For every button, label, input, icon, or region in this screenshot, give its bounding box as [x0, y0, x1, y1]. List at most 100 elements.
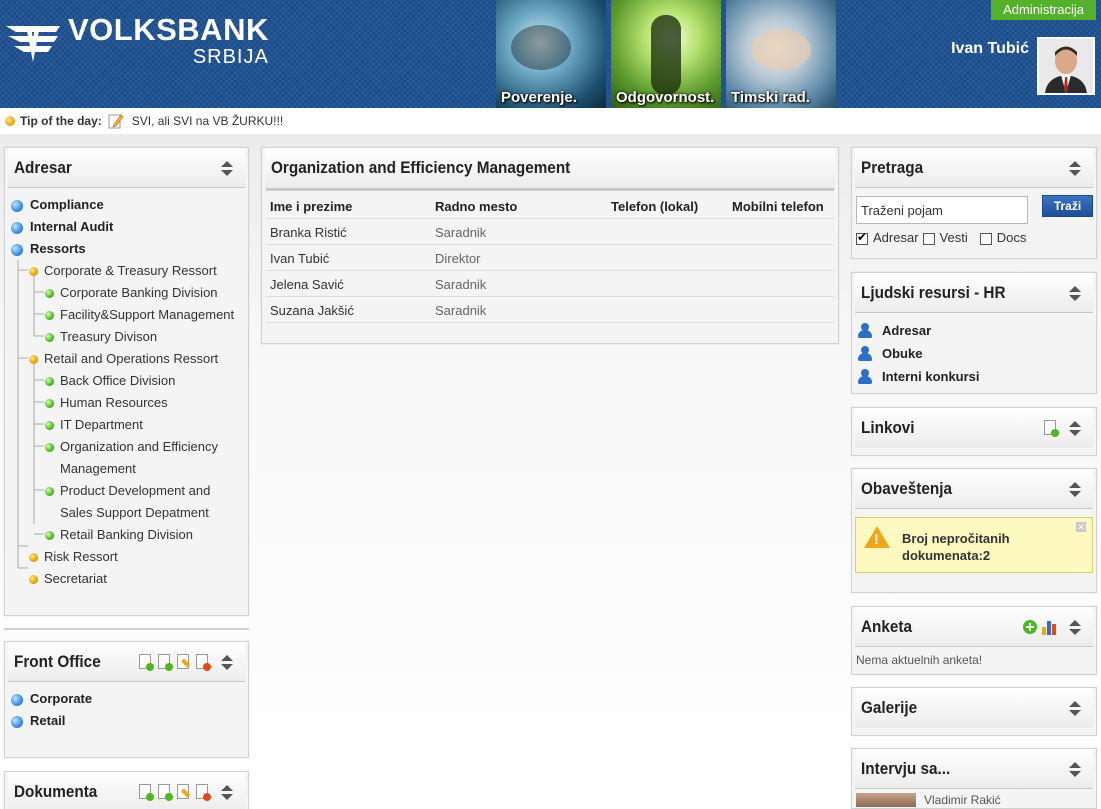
front-office-header: Front Office — [8, 642, 245, 682]
front-office-panel: Front Office Corporate Retail — [4, 641, 249, 758]
globe-icon — [11, 693, 23, 706]
bullet-icon — [5, 116, 15, 126]
green-bullet-icon — [45, 311, 54, 321]
tip-label: Tip of the day: — [20, 114, 102, 128]
tree-item-organization-efficiency[interactable]: Organization and Efficiency Management — [11, 436, 244, 480]
yellow-bullet-icon — [29, 355, 38, 365]
add-poll-icon[interactable] — [1022, 619, 1038, 635]
new-document-icon[interactable] — [138, 784, 154, 801]
table-row[interactable]: Ivan Tubić Direktor — [266, 244, 834, 271]
tree-item-corporate-treasury[interactable]: Corporate & Treasury Ressort — [11, 260, 244, 282]
add-link-icon[interactable] — [1043, 420, 1059, 437]
column-header-phone[interactable]: Telefon (lokal) — [607, 188, 728, 219]
yellow-bullet-icon — [29, 267, 38, 277]
collapse-arrows-icon[interactable] — [1069, 762, 1081, 778]
interview-photo[interactable] — [856, 793, 916, 807]
tree-item-product-development[interactable]: Product Development and Sales Support De… — [11, 480, 244, 524]
collapse-arrows-icon[interactable] — [1069, 620, 1081, 636]
column-header-mobile[interactable]: Mobilni telefon — [728, 188, 834, 219]
employee-table: Ime i prezime Radno mesto Telefon (lokal… — [266, 188, 834, 323]
collapse-arrows-icon[interactable] — [1069, 701, 1081, 717]
interview-person-name[interactable]: Vladimir Rakić — [924, 793, 1001, 807]
cell-mobile — [728, 218, 834, 245]
cell-name[interactable]: Branka Ristić — [266, 218, 431, 245]
tree-item-retail-banking[interactable]: Retail Banking Division — [11, 524, 244, 546]
cell-name[interactable]: Ivan Tubić — [266, 244, 431, 271]
tree-item-retail-operations[interactable]: Retail and Operations Ressort — [11, 348, 244, 370]
collapse-arrows-icon[interactable] — [1069, 421, 1081, 437]
panel-tools — [138, 654, 211, 671]
search-input[interactable] — [856, 196, 1028, 224]
tip-text[interactable]: SVI, ali SVI na VB ŽURKU!!! — [132, 114, 283, 128]
cell-name[interactable]: Jelena Savić — [266, 270, 431, 297]
notifications-panel: Obaveštenja ! Broj nepročitanih dokumena… — [851, 468, 1097, 593]
tree-item-treasury[interactable]: Treasury Divison — [11, 326, 244, 348]
collapse-arrows-icon[interactable] — [221, 785, 233, 801]
cell-position: Saradnik — [431, 218, 607, 245]
search-button[interactable]: Traži — [1042, 195, 1093, 217]
collapse-arrows-icon[interactable] — [221, 655, 233, 671]
person-icon — [858, 323, 872, 338]
tree-item-secretariat[interactable]: Secretariat — [11, 568, 244, 590]
scope-docs-checkbox[interactable]: Docs — [979, 230, 1026, 245]
hero-caption-3: Timski rad. — [731, 89, 810, 106]
yellow-bullet-icon — [29, 575, 38, 585]
close-icon[interactable]: ✕ — [1076, 522, 1086, 532]
cell-name[interactable]: Suzana Jakšić — [266, 296, 431, 323]
green-bullet-icon — [45, 399, 54, 409]
edit-document-icon[interactable] — [176, 654, 192, 671]
collapse-arrows-icon[interactable] — [221, 161, 233, 177]
links-panel: Linkovi — [851, 407, 1097, 456]
cell-mobile — [728, 244, 834, 271]
panel-title: Anketa — [861, 616, 913, 636]
tree-item-ressorts[interactable]: Ressorts — [11, 238, 244, 260]
adresar-tree: Compliance Internal Audit Ressorts Corpo… — [5, 188, 248, 590]
unread-documents-notice[interactable]: ! Broj nepročitanih dokumenata:2 ✕ — [855, 517, 1093, 573]
tree-item-compliance[interactable]: Compliance — [11, 194, 244, 216]
hero-caption-1: Poverenje. — [501, 89, 577, 106]
delete-document-icon[interactable] — [195, 654, 211, 671]
panel-title: Adresar — [14, 157, 72, 177]
delete-document-icon[interactable] — [195, 784, 211, 801]
avatar-photo-icon — [1039, 39, 1093, 93]
yellow-bullet-icon — [29, 553, 38, 563]
tree-item-corporate-banking[interactable]: Corporate Banking Division — [11, 282, 244, 304]
hr-item-obuke[interactable]: Obuke — [858, 342, 1090, 365]
tree-item-facility-support[interactable]: Facility&Support Management — [11, 304, 244, 326]
edit-document-icon[interactable] — [176, 784, 192, 801]
logo[interactable]: VOLKSBANK SRBIJA — [4, 14, 269, 67]
tree-item-internal-audit[interactable]: Internal Audit — [11, 216, 244, 238]
administration-button[interactable]: Administracija — [991, 0, 1096, 20]
hr-item-interni-konkursi[interactable]: Interni konkursi — [858, 365, 1090, 388]
globe-icon — [11, 221, 23, 234]
column-header-position[interactable]: Radno mesto — [431, 188, 607, 219]
new-document-icon[interactable] — [138, 654, 154, 671]
tree-item-risk-ressort[interactable]: Risk Ressort — [11, 546, 244, 568]
scope-adresar-checkbox[interactable]: Adresar — [856, 230, 919, 245]
tree-item-back-office[interactable]: Back Office Division — [11, 370, 244, 392]
table-row[interactable]: Branka Ristić Saradnik — [266, 218, 834, 245]
avatar[interactable] — [1037, 37, 1095, 95]
panel-title: Front Office — [14, 651, 101, 671]
panel-tools — [1022, 619, 1059, 635]
tree-item-it-department[interactable]: IT Department — [11, 414, 244, 436]
tree-item-human-resources[interactable]: Human Resources — [11, 392, 244, 414]
table-row[interactable]: Jelena Savić Saradnik — [266, 270, 834, 297]
hero-image-teamwork: Timski rad. — [726, 0, 836, 108]
poll-results-chart-icon[interactable] — [1041, 619, 1059, 635]
collapse-arrows-icon[interactable] — [1069, 286, 1081, 302]
column-header-name[interactable]: Ime i prezime — [266, 188, 431, 219]
add-document-icon[interactable] — [157, 654, 173, 671]
scope-vesti-checkbox[interactable]: Vesti — [922, 230, 968, 245]
collapse-arrows-icon[interactable] — [1069, 482, 1081, 498]
front-office-item-retail[interactable]: Retail — [11, 710, 244, 732]
green-bullet-icon — [45, 487, 54, 496]
add-document-icon[interactable] — [157, 784, 173, 801]
hr-item-adresar[interactable]: Adresar — [858, 319, 1090, 342]
collapse-arrows-icon[interactable] — [1069, 161, 1081, 177]
green-bullet-icon — [45, 531, 54, 541]
poll-header: Anketa — [855, 607, 1093, 647]
front-office-item-corporate[interactable]: Corporate — [11, 688, 244, 710]
divider — [4, 628, 249, 630]
table-row[interactable]: Suzana Jakšić Saradnik — [266, 296, 834, 323]
